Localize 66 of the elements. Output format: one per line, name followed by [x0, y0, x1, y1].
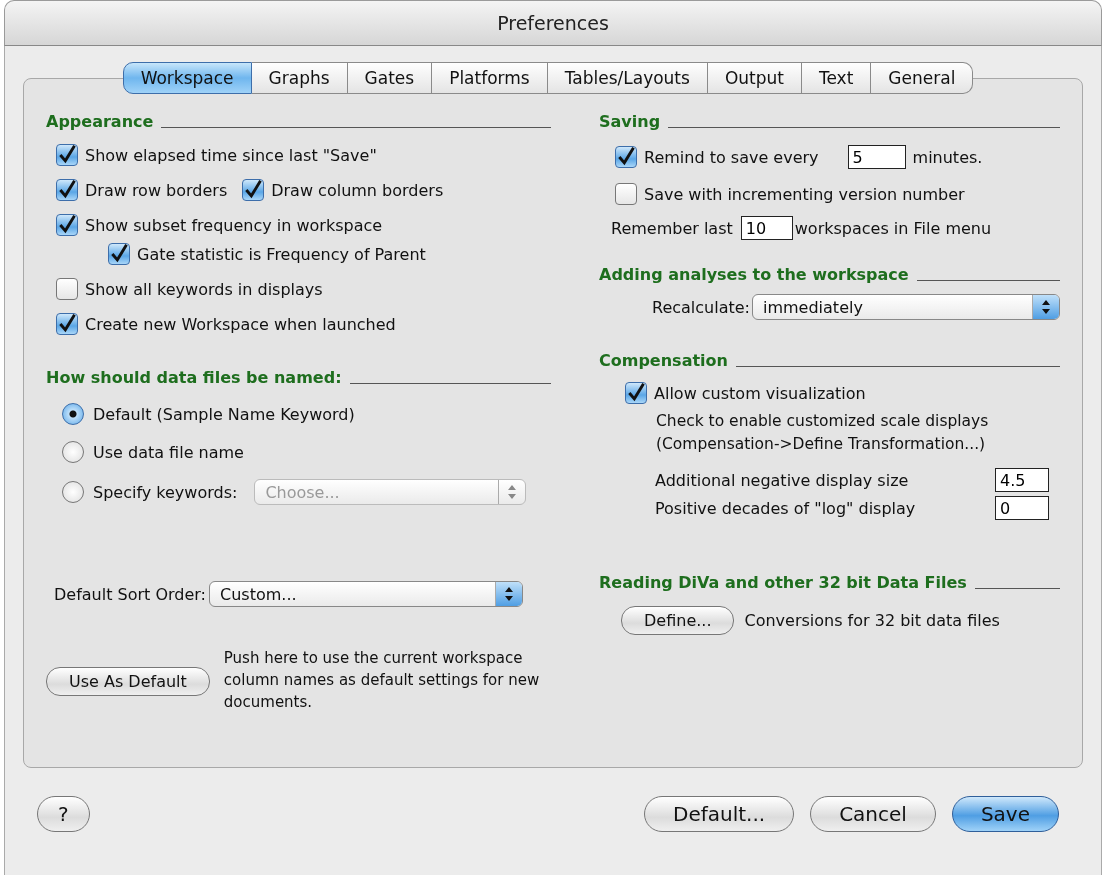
field-label: workspaces in File menu — [794, 218, 992, 238]
tab[interactable]: Platforms — [432, 62, 548, 94]
field-label: Positive decades of "log" display — [655, 498, 917, 518]
text-field[interactable]: 10 — [740, 216, 793, 240]
checkbox[interactable] — [56, 179, 78, 201]
field-label: Remember last — [611, 218, 733, 238]
checkbox-label: Remind to save every — [644, 147, 819, 167]
tab[interactable]: Workspace — [122, 62, 252, 94]
unit-label: minutes. — [912, 147, 983, 167]
checkbox-label: Gate statistic is Frequency of Parent — [137, 244, 426, 264]
checkbox[interactable] — [625, 382, 647, 404]
checkbox[interactable] — [56, 278, 78, 300]
checkbox-label: Show all keywords in displays — [85, 279, 323, 299]
section-heading: Reading DiVa and other 32 bit Data Files — [599, 573, 967, 592]
checkbox-label: Draw row borders — [85, 180, 228, 200]
radio-label: Use data file name — [93, 442, 244, 462]
help-button[interactable]: ? — [37, 796, 90, 832]
radio-button[interactable] — [62, 441, 84, 463]
up-down-arrows-icon — [1032, 295, 1059, 319]
field-label: Default Sort Order: — [54, 584, 206, 604]
section-heading: How should data files be named: — [46, 368, 342, 387]
checkbox[interactable] — [242, 179, 265, 201]
checkbox-label: Show elapsed time since last "Save" — [85, 145, 377, 165]
dialog-button[interactable]: Default... — [644, 796, 795, 832]
section-heading: Saving — [599, 112, 661, 131]
radio-label: Specify keywords: — [93, 482, 238, 502]
help-text: (Compensation->Define Transformation...) — [656, 434, 987, 455]
checkbox-label: Save with incrementing version number — [644, 184, 965, 204]
section-heading: Adding analyses to the workspace — [599, 265, 909, 284]
use-as-default-button[interactable]: Use As Default — [46, 667, 210, 696]
checkbox-label: Allow custom visualization — [654, 383, 866, 403]
checkbox[interactable] — [56, 214, 78, 236]
tab[interactable]: General — [871, 62, 974, 94]
field-label: Recalculate: — [652, 297, 750, 317]
define-button[interactable]: Define... — [621, 606, 735, 635]
text-field[interactable]: 0 — [995, 496, 1049, 520]
radio-button[interactable] — [62, 481, 84, 503]
checkbox-label: Create new Workspace when launched — [85, 314, 396, 334]
checkbox[interactable] — [615, 183, 637, 205]
checkbox-label: Show subset frequency in workspace — [85, 215, 383, 235]
help-text: Push here to use the current workspace column names as default settings for new documents. — [223, 648, 541, 713]
checkbox[interactable] — [108, 243, 130, 265]
checkbox[interactable] — [56, 144, 78, 166]
section-heading: Compensation — [599, 351, 728, 370]
help-text: Conversions for 32 bit data files — [744, 611, 1000, 630]
section-heading: Appearance — [46, 112, 154, 131]
window-title: Preferences — [497, 12, 609, 34]
help-text: Check to enable customized scale displays — [656, 411, 990, 432]
checkbox[interactable] — [615, 146, 637, 168]
checkbox[interactable] — [56, 313, 78, 335]
text-field[interactable]: 4.5 — [995, 468, 1049, 492]
tab[interactable]: Gates — [347, 62, 433, 94]
radio-button[interactable] — [62, 403, 84, 425]
save-button[interactable]: Save — [951, 796, 1059, 832]
tab[interactable]: Text — [801, 62, 872, 94]
tab[interactable]: Graphs — [251, 62, 348, 94]
text-field[interactable]: 5 — [847, 145, 906, 169]
tab[interactable]: Output — [707, 62, 802, 94]
popup-menu[interactable]: immediately — [752, 294, 1060, 320]
radio-label: Default (Sample Name Keyword) — [93, 404, 355, 424]
field-label: Additional negative display size — [655, 470, 910, 490]
tab[interactable]: Tables/Layouts — [547, 62, 708, 94]
dialog-button[interactable]: Cancel — [810, 796, 936, 832]
checkbox-label: Draw column borders — [271, 180, 444, 200]
up-down-arrows-icon — [495, 582, 522, 606]
popup-menu[interactable]: Custom... — [209, 581, 523, 607]
